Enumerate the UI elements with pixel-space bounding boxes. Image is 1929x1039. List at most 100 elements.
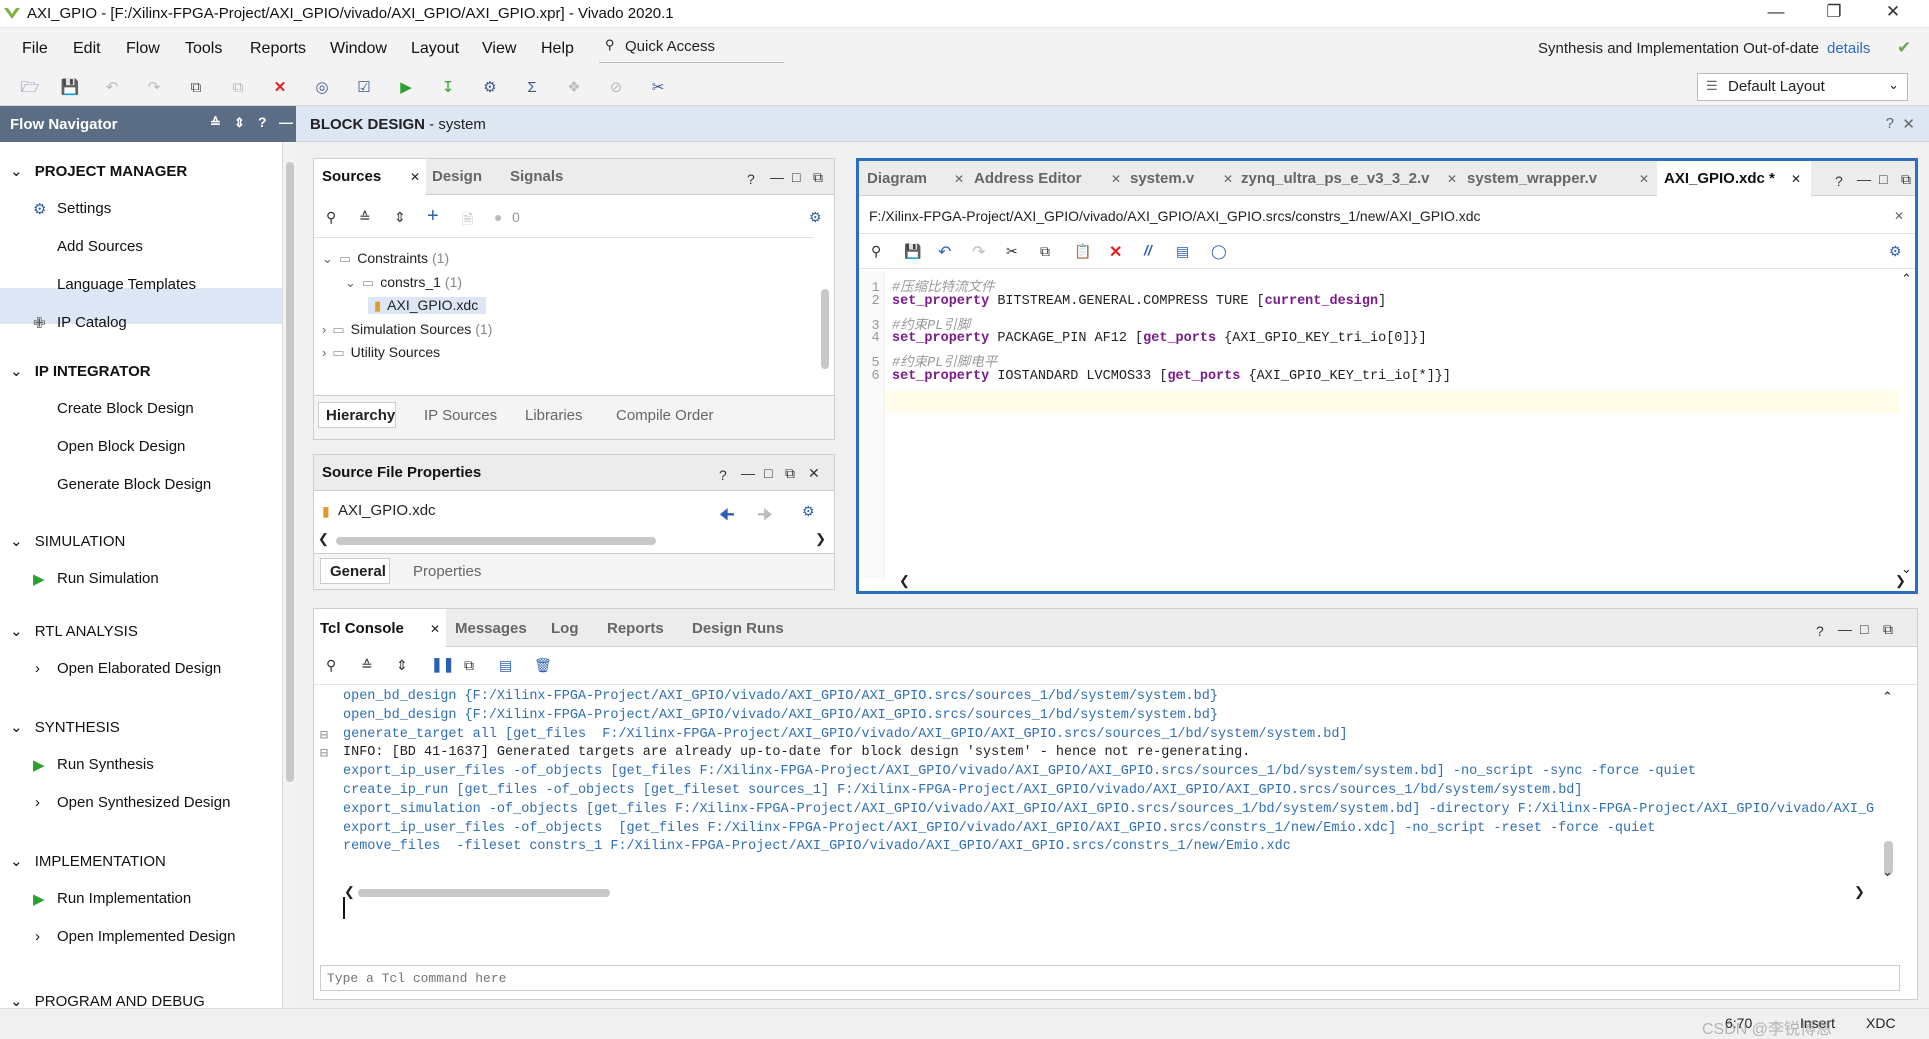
tab-messages[interactable]: Messages	[455, 620, 527, 637]
comment-icon[interactable]: //	[1144, 242, 1152, 258]
collapse-all-icon[interactable]: ≙	[210, 115, 221, 131]
nav-section-simulation[interactable]: ⌄ SIMULATION	[10, 532, 125, 550]
scroll-up-icon[interactable]: ⌃	[1901, 271, 1912, 287]
tab-general[interactable]: General	[330, 563, 386, 580]
menu-help[interactable]: Help	[541, 40, 574, 58]
flow-navigator-scrollbar[interactable]	[282, 142, 296, 1008]
tab-ip-sources[interactable]: IP Sources	[424, 407, 497, 424]
minimize-icon[interactable]: —	[741, 465, 755, 481]
program-icon[interactable]: ↧	[438, 78, 458, 98]
delete-icon[interactable]: ✕	[1109, 242, 1122, 262]
tab-design[interactable]: Design	[432, 168, 482, 185]
scroll-thumb[interactable]	[286, 162, 294, 782]
menu-file[interactable]: File	[22, 40, 48, 58]
gear-icon[interactable]: ⚙	[802, 503, 815, 520]
tab-tcl-console[interactable]: Tcl Console	[320, 620, 404, 637]
menu-reports[interactable]: Reports	[250, 40, 306, 58]
console-vscroll[interactable]: ⌃ ⌄	[1880, 689, 1898, 881]
delete-icon[interactable]: ✕	[270, 78, 290, 98]
help-icon[interactable]: ?	[258, 114, 267, 130]
tool-disabled-icon[interactable]: ❖	[564, 78, 584, 98]
nav-section-rtl-analysis[interactable]: ⌄ RTL ANALYSIS	[10, 622, 138, 640]
maximize-icon[interactable]: □	[792, 169, 800, 185]
minimize-icon[interactable]: —	[770, 169, 784, 185]
tree-node[interactable]: › ▭ Simulation Sources (1)	[322, 321, 492, 338]
nav-section-implementation[interactable]: ⌄ IMPLEMENTATION	[10, 852, 166, 870]
scroll-down-icon[interactable]: ⌄	[1882, 864, 1893, 880]
nav-item-open-block-design[interactable]: Open Block Design	[57, 438, 185, 455]
chevron-right-icon[interactable]: ›	[322, 322, 326, 337]
chevron-right-icon[interactable]: ›	[322, 345, 326, 360]
chevron-down-icon[interactable]: ⌄	[322, 251, 333, 266]
tab-diagram[interactable]: Diagram	[867, 170, 927, 187]
tab-sources[interactable]: Sources	[322, 168, 381, 185]
float-icon[interactable]: ⧉	[813, 169, 823, 186]
help-icon[interactable]: ?	[1835, 173, 1843, 189]
close-icon[interactable]: ✕	[808, 465, 820, 482]
close-tab-icon[interactable]: ✕	[430, 622, 440, 636]
tab-log[interactable]: Log	[551, 620, 579, 637]
quick-access-search[interactable]: ⚲ Quick Access	[599, 33, 784, 63]
float-icon[interactable]: ⧉	[1883, 621, 1893, 638]
file-icon[interactable]: 🗎	[462, 209, 473, 233]
menu-view[interactable]: View	[482, 40, 516, 58]
pause-icon[interactable]: ❚❚	[431, 656, 454, 673]
expand-all-icon[interactable]: ⇕	[234, 115, 245, 131]
sources-scrollbar[interactable]	[818, 239, 832, 385]
search-icon[interactable]: ⚲	[871, 243, 881, 260]
close-window-button[interactable]: ✕	[1870, 2, 1916, 26]
maximize-icon[interactable]: □	[1879, 171, 1887, 187]
scroll-left-icon[interactable]: ❮	[318, 531, 329, 547]
tab-hierarchy[interactable]: Hierarchy	[326, 407, 395, 424]
tcl-command-input[interactable]	[320, 965, 1900, 991]
nav-item-run-simulation[interactable]: ▶ Run Simulation	[33, 570, 159, 588]
cut-tool-icon[interactable]: ✂	[648, 78, 668, 98]
redo-icon[interactable]: ↷	[972, 242, 985, 262]
scroll-left-icon[interactable]: ❮	[899, 573, 910, 589]
minimize-icon[interactable]: —	[1838, 621, 1852, 637]
tree-node[interactable]: ⌄ ▭ constrs_1 (1)	[345, 274, 462, 291]
scroll-right-icon[interactable]: ❯	[1854, 884, 1865, 900]
close-tab-icon[interactable]: ✕	[1111, 172, 1121, 186]
columns-icon[interactable]: ▤	[1176, 243, 1189, 260]
run-icon[interactable]: ▶	[396, 78, 416, 98]
find-icon[interactable]: ◎	[312, 78, 332, 98]
paste-icon[interactable]: ⧉	[228, 78, 248, 98]
check-icon[interactable]: ☑	[354, 78, 374, 98]
close-tab-icon[interactable]: ✕	[1639, 172, 1649, 186]
settings-icon[interactable]: ⚙	[480, 78, 500, 98]
scroll-thumb[interactable]	[821, 289, 829, 369]
close-tab-icon[interactable]: ✕	[1447, 172, 1457, 186]
gear-icon[interactable]: ⚙	[809, 209, 822, 226]
nav-section-synthesis[interactable]: ⌄ SYNTHESIS	[10, 718, 120, 736]
columns-icon[interactable]: ▤	[499, 657, 512, 674]
maximize-icon[interactable]: □	[764, 465, 772, 481]
close-tab-icon[interactable]: ✕	[1223, 172, 1233, 186]
tab-zynq-ultra[interactable]: zynq_ultra_ps_e_v3_3_2.v	[1241, 170, 1429, 187]
close-tab-icon[interactable]: ✕	[1791, 172, 1801, 186]
chevron-down-icon[interactable]: ⌄	[345, 275, 356, 290]
tab-system-v[interactable]: system.v	[1130, 170, 1194, 187]
close-path-icon[interactable]: ✕	[1894, 209, 1904, 223]
help-icon[interactable]: ?	[1886, 115, 1894, 132]
undo-icon[interactable]: ↶	[102, 78, 122, 98]
nav-item-run-synthesis[interactable]: ▶ Run Synthesis	[33, 756, 154, 774]
scroll-right-icon[interactable]: ❯	[815, 531, 826, 547]
copy-icon[interactable]: ⧉	[186, 78, 206, 98]
fold-icon[interactable]: ⊟	[320, 745, 328, 762]
tab-signals[interactable]: Signals	[510, 168, 563, 185]
gear-icon[interactable]: ⚙	[1889, 243, 1902, 260]
redo-icon[interactable]: ↷	[144, 78, 164, 98]
nav-section-ip-integrator[interactable]: ⌄ IP INTEGRATOR	[10, 362, 151, 380]
tab-design-runs[interactable]: Design Runs	[692, 620, 784, 637]
menu-edit[interactable]: Edit	[73, 40, 101, 58]
nav-item-open-implemented-design[interactable]: › Open Implemented Design	[35, 928, 235, 945]
tab-compile-order[interactable]: Compile Order	[616, 407, 714, 424]
menu-tools[interactable]: Tools	[185, 40, 222, 58]
nav-item-add-sources[interactable]: Add Sources	[57, 238, 143, 255]
scroll-thumb[interactable]	[336, 537, 656, 545]
minimize-button[interactable]: —	[1753, 2, 1799, 26]
float-icon[interactable]: ⧉	[785, 465, 795, 482]
tree-node[interactable]: ▮ AXI_GPIO.xdc	[368, 297, 487, 314]
minimize-panel-icon[interactable]: —	[279, 114, 293, 130]
